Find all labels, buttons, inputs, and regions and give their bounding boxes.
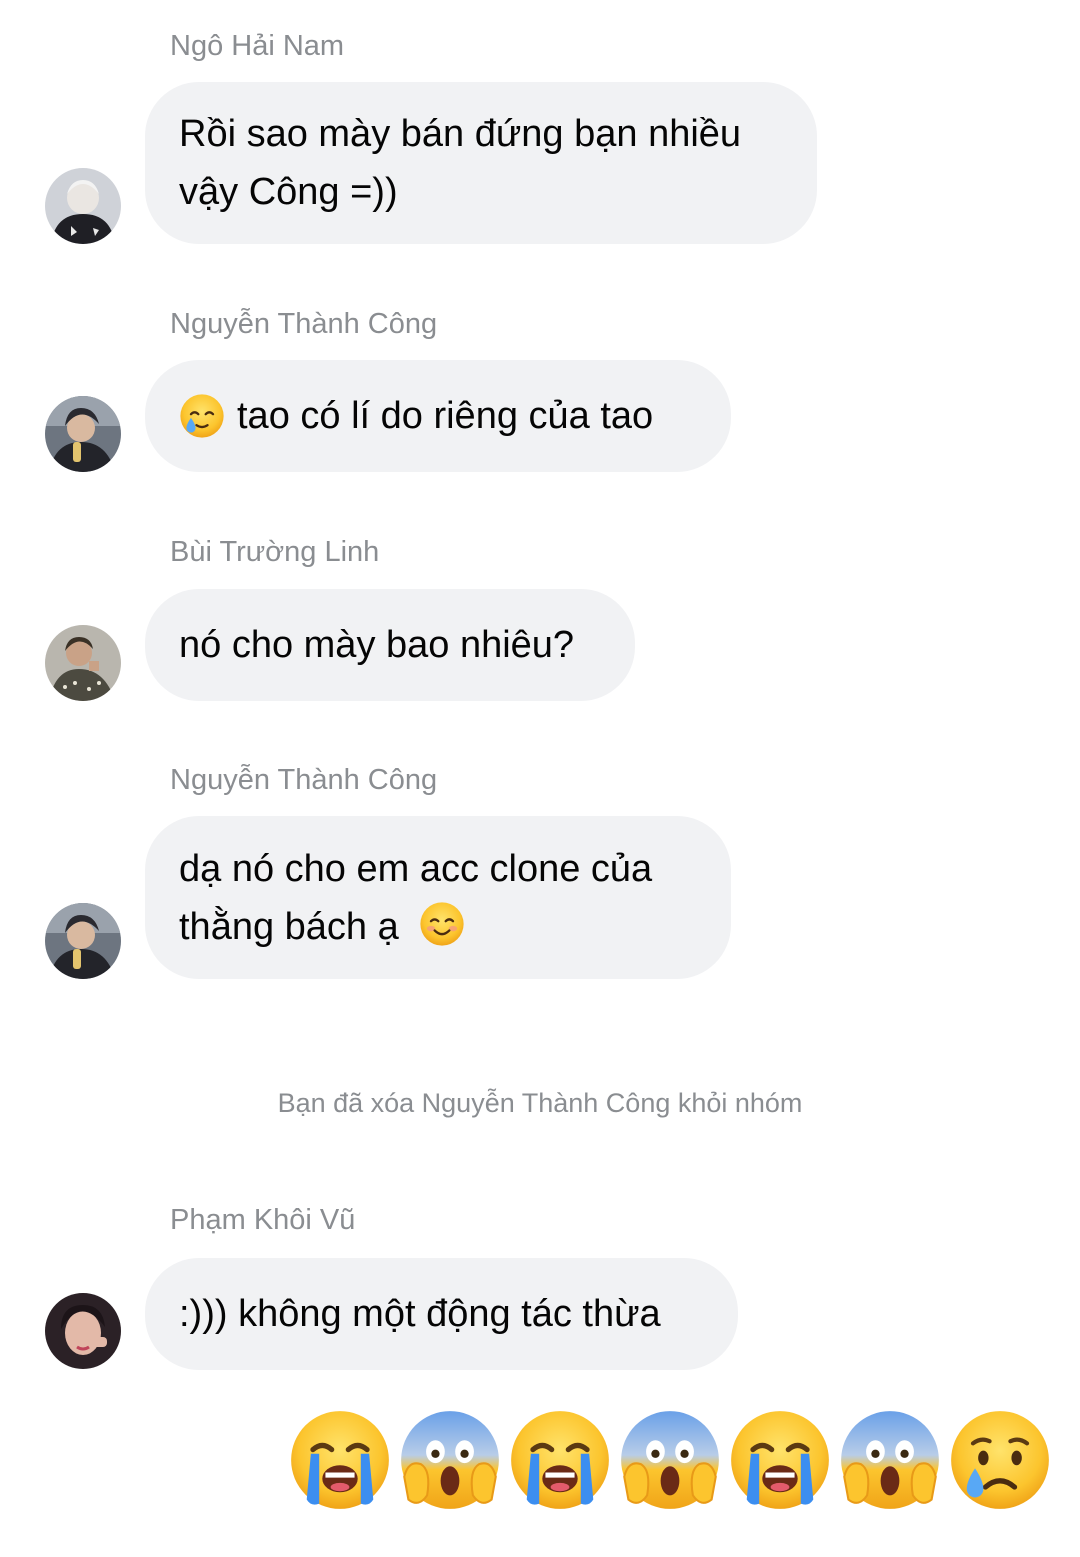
crying-face-icon [948, 1408, 1052, 1512]
avatar[interactable] [45, 168, 121, 244]
sender-name: Nguyễn Thành Công [170, 764, 438, 796]
sender-name: Phạm Khôi Vũ [170, 1204, 356, 1236]
sender-name: Bùi Trường Linh [170, 536, 380, 568]
message-bubble[interactable]: :))) không một động tác thừa [145, 1258, 738, 1370]
message-text: tao có lí do riêng của tao [237, 395, 654, 437]
emoji-row[interactable] [288, 1408, 1052, 1512]
avatar[interactable] [45, 396, 121, 472]
smiling-blush-face-icon [419, 901, 465, 947]
sender-name: Nguyễn Thành Công [170, 308, 438, 340]
avatar[interactable] [45, 1293, 121, 1369]
screaming-face-icon [838, 1408, 942, 1512]
message-bubble[interactable]: Rồi sao mày bán đứng bạn nhiều vậy Công … [145, 82, 817, 244]
screaming-face-icon [618, 1408, 722, 1512]
message-text-line: vậy Công =)) [179, 171, 398, 213]
sender-name: Ngô Hải Nam [170, 30, 345, 62]
message-bubble[interactable]: dạ nó cho em acc clone của thằng bách ạ [145, 816, 731, 979]
message-text: nó cho mày bao nhiêu? [179, 624, 575, 666]
loudly-crying-face-icon [728, 1408, 832, 1512]
message-text-line: Rồi sao mày bán đứng bạn nhiều [179, 113, 742, 155]
crying-tear-face-icon [179, 393, 225, 439]
message-text-line: thằng bách ạ [179, 905, 399, 948]
screaming-face-icon [398, 1408, 502, 1512]
avatar[interactable] [45, 625, 121, 701]
message-text: :))) không một động tác thừa [179, 1293, 661, 1335]
avatar[interactable] [45, 903, 121, 979]
system-notice: Bạn đã xóa Nguyễn Thành Công khỏi nhóm [277, 1088, 803, 1118]
loudly-crying-face-icon [508, 1408, 612, 1512]
message-bubble[interactable]: nó cho mày bao nhiêu? [145, 589, 635, 701]
message-bubble[interactable]: tao có lí do riêng của tao [145, 360, 731, 472]
loudly-crying-face-icon [288, 1408, 392, 1512]
message-text-line: dạ nó cho em acc clone của [179, 847, 653, 890]
